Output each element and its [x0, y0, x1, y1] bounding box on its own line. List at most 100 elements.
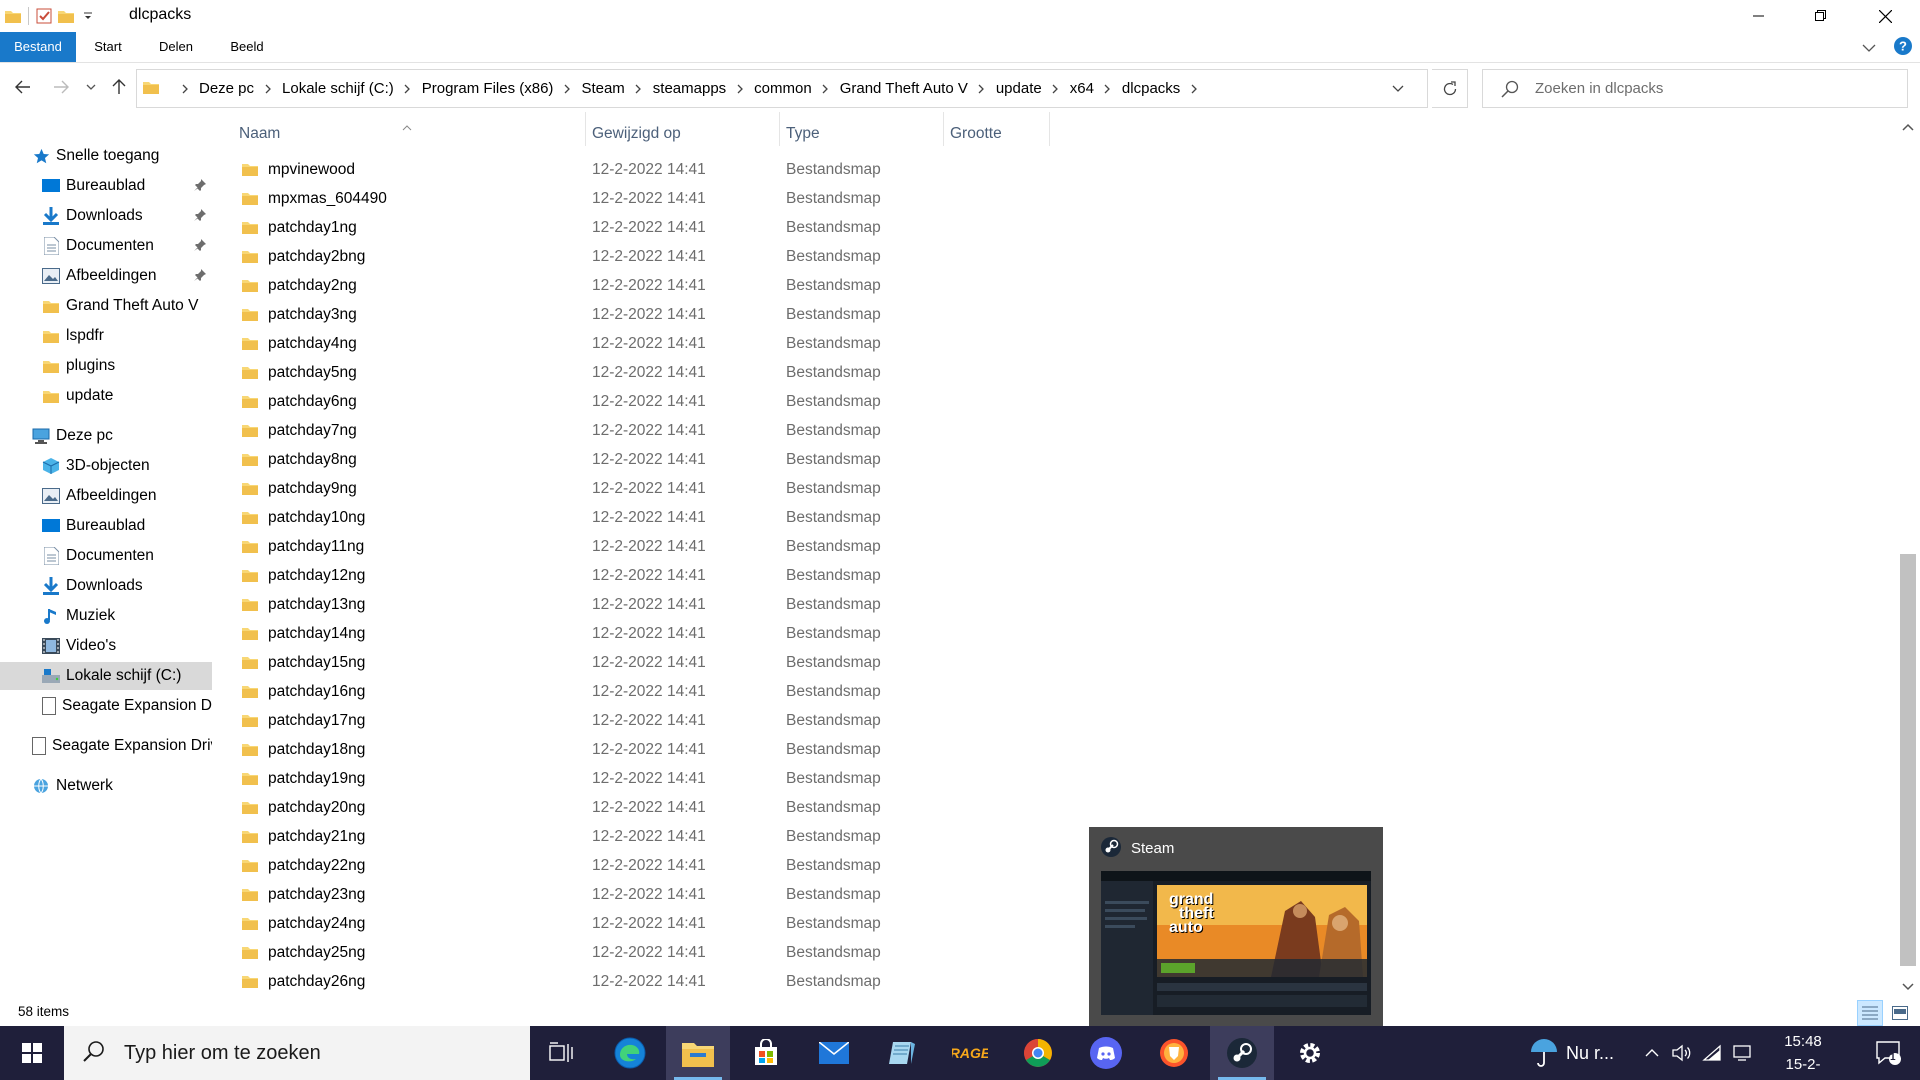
- sidebar-item-lspdfr[interactable]: lspdfr: [0, 322, 212, 350]
- breadcrumb-x64[interactable]: x64: [1066, 80, 1098, 97]
- file-name[interactable]: patchday8ng: [268, 451, 357, 469]
- sidebar-item-quick-access[interactable]: Snelle toegang: [0, 142, 212, 170]
- breadcrumb-steamapps[interactable]: steamapps: [649, 80, 730, 97]
- file-name[interactable]: patchday3ng: [268, 306, 357, 324]
- table-row[interactable]: patchday5ng 12-2-2022 14:41 Bestandsmap: [228, 359, 1058, 388]
- table-row[interactable]: patchday13ng 12-2-2022 14:41 Bestandsmap: [228, 591, 1058, 620]
- scroll-up-icon[interactable]: [1902, 118, 1914, 136]
- pin-icon[interactable]: [194, 238, 206, 256]
- chevron-right-icon[interactable]: [816, 84, 836, 94]
- up-button[interactable]: [106, 74, 132, 100]
- chevron-right-icon[interactable]: [1184, 84, 1204, 94]
- volume-button[interactable]: [1668, 1026, 1696, 1080]
- table-row[interactable]: patchday3ng 12-2-2022 14:41 Bestandsmap: [228, 301, 1058, 330]
- taskbar-app-settings[interactable]: [1278, 1026, 1342, 1080]
- table-row[interactable]: mpvinewood 12-2-2022 14:41 Bestandsmap: [228, 156, 1058, 185]
- file-name[interactable]: patchday6ng: [268, 393, 357, 411]
- table-row[interactable]: patchday7ng 12-2-2022 14:41 Bestandsmap: [228, 417, 1058, 446]
- file-name[interactable]: patchday24ng: [268, 915, 365, 933]
- sidebar-item-plugins[interactable]: plugins: [0, 352, 212, 380]
- table-row[interactable]: patchday16ng 12-2-2022 14:41 Bestandsmap: [228, 678, 1058, 707]
- chevron-right-icon[interactable]: [557, 84, 577, 94]
- forward-button[interactable]: [48, 74, 74, 100]
- sidebar-item-desktop[interactable]: Bureaublad: [0, 172, 212, 200]
- taskbar-app-rage[interactable]: RAGE: [938, 1026, 1002, 1080]
- table-row[interactable]: patchday24ng 12-2-2022 14:41 Bestandsmap: [228, 910, 1058, 939]
- table-row[interactable]: patchday23ng 12-2-2022 14:41 Bestandsmap: [228, 881, 1058, 910]
- show-hidden-icons-button[interactable]: [1640, 1026, 1664, 1080]
- breadcrumb-gta-v[interactable]: Grand Theft Auto V: [836, 80, 972, 97]
- table-row[interactable]: patchday9ng 12-2-2022 14:41 Bestandsmap: [228, 475, 1058, 504]
- chevron-right-icon[interactable]: [629, 84, 649, 94]
- table-row[interactable]: patchday2ng 12-2-2022 14:41 Bestandsmap: [228, 272, 1058, 301]
- column-type[interactable]: Type: [775, 122, 925, 146]
- table-row[interactable]: patchday6ng 12-2-2022 14:41 Bestandsmap: [228, 388, 1058, 417]
- breadcrumb-this-pc[interactable]: Deze pc: [195, 80, 258, 97]
- table-row[interactable]: patchday15ng 12-2-2022 14:41 Bestandsmap: [228, 649, 1058, 678]
- customize-toolbar-icon[interactable]: [77, 5, 99, 27]
- pin-icon[interactable]: [194, 208, 206, 226]
- file-name[interactable]: patchday13ng: [268, 596, 365, 614]
- restore-button[interactable]: [1790, 0, 1852, 32]
- table-row[interactable]: patchday12ng 12-2-2022 14:41 Bestandsmap: [228, 562, 1058, 591]
- tab-start[interactable]: Start: [88, 32, 128, 62]
- sidebar-item-update[interactable]: update: [0, 382, 212, 410]
- file-name[interactable]: patchday14ng: [268, 625, 365, 643]
- back-button[interactable]: [10, 74, 36, 100]
- start-button[interactable]: [0, 1026, 64, 1080]
- search-input[interactable]: [1535, 70, 1895, 107]
- file-name[interactable]: patchday5ng: [268, 364, 357, 382]
- help-icon[interactable]: ?: [1894, 37, 1912, 60]
- chevron-right-icon[interactable]: [398, 84, 418, 94]
- file-name[interactable]: patchday20ng: [268, 799, 365, 817]
- refresh-button[interactable]: [1432, 69, 1468, 108]
- clock[interactable]: 15:48 15-2-2022: [1770, 1030, 1836, 1080]
- breadcrumb-common[interactable]: common: [750, 80, 816, 97]
- tab-view[interactable]: Beeld: [224, 32, 270, 62]
- table-row[interactable]: patchday17ng 12-2-2022 14:41 Bestandsmap: [228, 707, 1058, 736]
- sidebar-item-documents-pc[interactable]: Documenten: [0, 542, 212, 570]
- file-name[interactable]: patchday16ng: [268, 683, 365, 701]
- chevron-right-icon[interactable]: [972, 84, 992, 94]
- file-name[interactable]: patchday26ng: [268, 973, 365, 991]
- pin-icon[interactable]: [194, 178, 206, 196]
- taskbar-app-notepad[interactable]: [870, 1026, 934, 1080]
- sidebar-item-pictures[interactable]: Afbeeldingen: [0, 262, 212, 290]
- details-view-button[interactable]: [1857, 1000, 1883, 1026]
- properties-icon[interactable]: [33, 5, 55, 27]
- weather-text-button[interactable]: Nu r...: [1566, 1026, 1630, 1080]
- taskbar-app-discord[interactable]: [1074, 1026, 1138, 1080]
- network-status-button[interactable]: [1698, 1026, 1726, 1080]
- expand-ribbon-icon[interactable]: [1862, 40, 1876, 58]
- table-row[interactable]: patchday14ng 12-2-2022 14:41 Bestandsmap: [228, 620, 1058, 649]
- task-view-button[interactable]: [530, 1026, 594, 1080]
- sidebar-item-network[interactable]: Netwerk: [0, 772, 212, 800]
- sidebar-item-local-disk[interactable]: Lokale schijf (C:): [0, 662, 212, 690]
- taskbar-app-edge[interactable]: [598, 1026, 662, 1080]
- weather-widget[interactable]: [1524, 1026, 1564, 1080]
- taskbar-thumbnail-steam[interactable]: Steam grand theft auto: [1089, 827, 1383, 1027]
- sidebar-item-seagate-pc[interactable]: Seagate Expansion Drive: [0, 692, 212, 720]
- device-button[interactable]: [1728, 1026, 1756, 1080]
- action-center-button[interactable]: 1: [1862, 1026, 1916, 1080]
- recent-locations-button[interactable]: [80, 74, 102, 100]
- sidebar-item-downloads-pc[interactable]: Downloads: [0, 572, 212, 600]
- column-modified[interactable]: Gewijzigd op: [581, 122, 771, 146]
- taskbar-search[interactable]: Typ hier om te zoeken: [64, 1026, 530, 1080]
- sidebar-item-3d-objects[interactable]: 3D-objecten: [0, 452, 212, 480]
- new-folder-icon[interactable]: [55, 5, 77, 27]
- file-name[interactable]: mpvinewood: [268, 161, 355, 179]
- chevron-right-icon[interactable]: [258, 84, 278, 94]
- table-row[interactable]: patchday8ng 12-2-2022 14:41 Bestandsmap: [228, 446, 1058, 475]
- table-row[interactable]: patchday22ng 12-2-2022 14:41 Bestandsmap: [228, 852, 1058, 881]
- table-row[interactable]: patchday21ng 12-2-2022 14:41 Bestandsmap: [228, 823, 1058, 852]
- close-button[interactable]: [1854, 0, 1916, 32]
- file-name[interactable]: mpxmas_604490: [268, 190, 387, 208]
- sidebar-item-downloads[interactable]: Downloads: [0, 202, 212, 230]
- file-name[interactable]: patchday17ng: [268, 712, 365, 730]
- breadcrumb-program-files[interactable]: Program Files (x86): [418, 80, 558, 97]
- minimize-button[interactable]: [1728, 0, 1790, 32]
- table-row[interactable]: patchday4ng 12-2-2022 14:41 Bestandsmap: [228, 330, 1058, 359]
- sidebar-item-pictures-pc[interactable]: Afbeeldingen: [0, 482, 212, 510]
- large-icons-view-button[interactable]: [1887, 1000, 1913, 1026]
